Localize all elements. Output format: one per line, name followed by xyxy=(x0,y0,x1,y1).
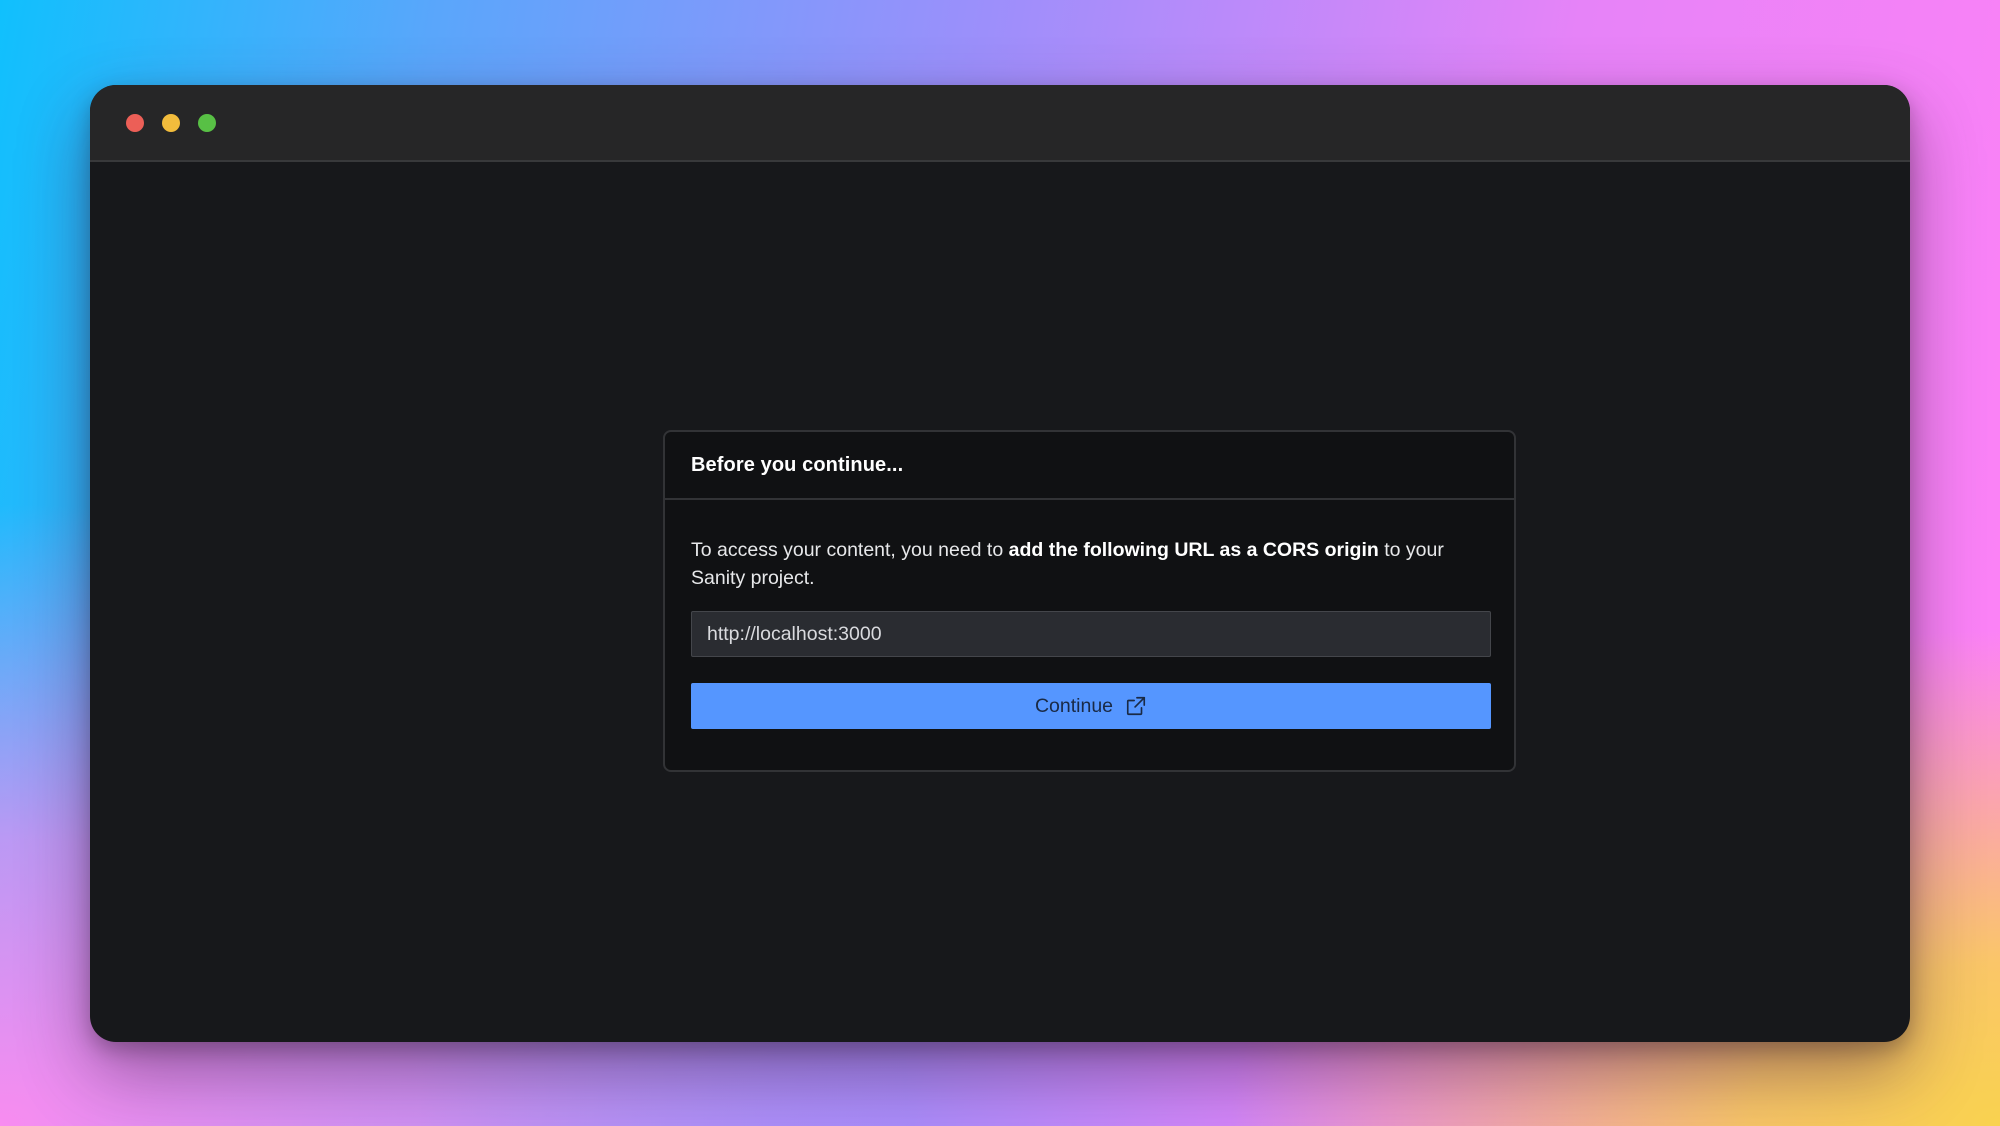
cors-dialog: Before you continue... To access your co… xyxy=(663,430,1516,772)
window-titlebar xyxy=(90,85,1910,162)
browser-window: Before you continue... To access your co… xyxy=(90,85,1910,1042)
dialog-message: To access your content, you need to add … xyxy=(691,536,1488,592)
dialog-body: To access your content, you need to add … xyxy=(665,500,1514,729)
external-link-icon xyxy=(1126,696,1146,716)
continue-button[interactable]: Continue xyxy=(691,683,1491,729)
window-close-button[interactable] xyxy=(126,114,144,132)
message-prefix: To access your content, you need to xyxy=(691,539,1009,561)
dialog-header: Before you continue... xyxy=(665,432,1514,500)
cors-url-input[interactable] xyxy=(691,611,1491,657)
continue-label: Continue xyxy=(1034,694,1114,717)
window-minimize-button[interactable] xyxy=(162,114,180,132)
message-emphasis: add the following URL as a CORS origin xyxy=(1008,539,1379,561)
window-maximize-button[interactable] xyxy=(198,114,216,132)
dialog-title: Before you continue... xyxy=(691,453,904,476)
